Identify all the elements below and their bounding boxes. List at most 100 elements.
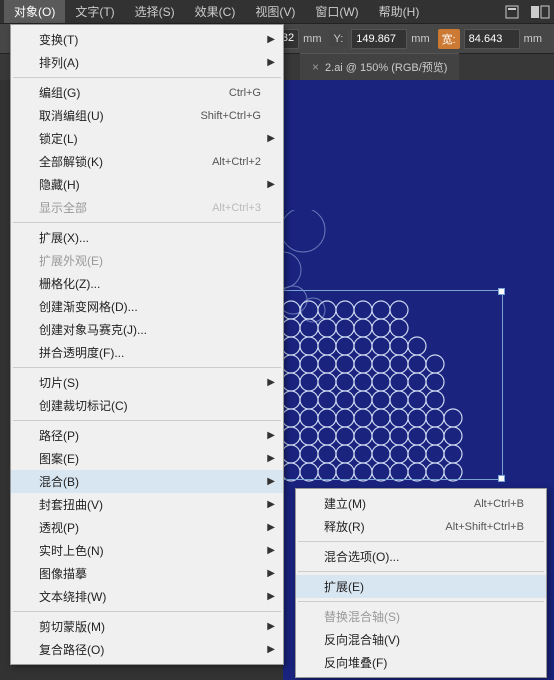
menu-item-label: 反向堆叠(F): [324, 654, 387, 671]
object-menu-item-30[interactable]: 复合路径(O)▶: [11, 638, 283, 661]
menu-item-label: 扩展(E): [324, 578, 364, 595]
object-menu-item-20[interactable]: 路径(P) ▶: [11, 424, 283, 447]
menu-separator: [13, 367, 281, 368]
chevron-right-icon: ▶: [267, 133, 275, 144]
blend-menu-item-1[interactable]: 释放(R)Alt+Shift+Ctrl+B: [296, 515, 546, 538]
object-menu-item-26[interactable]: 图像描摹 ▶: [11, 562, 283, 585]
object-menu-item-17[interactable]: 切片(S) ▶: [11, 371, 283, 394]
menu-separator: [13, 77, 281, 78]
object-menu-item-18[interactable]: 创建裁切标记(C): [11, 394, 283, 417]
blend-menu-item-0[interactable]: 建立(M)Alt+Ctrl+B: [296, 492, 546, 515]
menu-item-label: 透视(P): [39, 519, 79, 536]
menu-item-label: 混合(B): [39, 473, 79, 490]
menu-separator: [298, 541, 544, 542]
chevron-right-icon: ▶: [267, 621, 275, 632]
menu-item-label: 替换混合轴(S): [324, 608, 400, 625]
menu-separator: [13, 222, 281, 223]
chevron-right-icon: ▶: [267, 522, 275, 533]
y-label: Y:: [329, 31, 347, 47]
blend-submenu: 建立(M)Alt+Ctrl+B释放(R)Alt+Shift+Ctrl+B 混合选项…: [295, 488, 547, 678]
object-menu-item-1[interactable]: 排列(A) ▶: [11, 51, 283, 74]
menu-item-label: 文本绕排(W): [39, 588, 106, 605]
menu-type[interactable]: 文字(T): [65, 0, 124, 23]
object-menu-item-4[interactable]: 取消编组(U)Shift+Ctrl+G: [11, 104, 283, 127]
chevron-right-icon: ▶: [267, 377, 275, 388]
menu-item-label: 排列(A): [39, 54, 79, 71]
menubar: 对象(O) 文字(T) 选择(S) 效果(C) 视图(V) 窗口(W) 帮助(H…: [0, 0, 554, 24]
menu-item-label: 隐藏(H): [39, 176, 80, 193]
object-menu-item-0[interactable]: 变换(T)▶: [11, 28, 283, 51]
document-tab[interactable]: × 2.ai @ 150% (RGB/预览): [300, 53, 459, 80]
unit-label: mm: [524, 33, 542, 45]
blend-menu-item-5[interactable]: 扩展(E): [296, 575, 546, 598]
object-menu-item-27[interactable]: 文本绕排(W) ▶: [11, 585, 283, 608]
menu-window[interactable]: 窗口(W): [305, 0, 368, 23]
y-field[interactable]: [351, 29, 407, 49]
object-menu-item-29[interactable]: 剪切蒙版(M)▶: [11, 615, 283, 638]
menu-item-label: 全部解锁(K): [39, 153, 103, 170]
menu-shortcut: Alt+Ctrl+3: [212, 202, 261, 214]
menu-shortcut: Alt+Ctrl+2: [212, 156, 261, 168]
doc-icon[interactable]: [502, 4, 522, 20]
menu-item-label: 建立(M): [324, 495, 366, 512]
object-menu-item-5[interactable]: 锁定(L) ▶: [11, 127, 283, 150]
menu-separator: [13, 611, 281, 612]
object-menu-item-10[interactable]: 扩展(X)...: [11, 226, 283, 249]
menu-separator: [298, 601, 544, 602]
menu-effect[interactable]: 效果(C): [185, 0, 246, 23]
chevron-right-icon: ▶: [267, 57, 275, 68]
blend-menu-item-8[interactable]: 反向混合轴(V): [296, 628, 546, 651]
chevron-right-icon: ▶: [267, 179, 275, 190]
chevron-right-icon: ▶: [267, 476, 275, 487]
chevron-right-icon: ▶: [267, 430, 275, 441]
unit-label: mm: [411, 33, 429, 45]
arrange-icon[interactable]: [530, 4, 550, 20]
menu-separator: [13, 420, 281, 421]
menu-select[interactable]: 选择(S): [125, 0, 185, 23]
object-menu-item-12[interactable]: 栅格化(Z)...: [11, 272, 283, 295]
menu-item-label: 图案(E): [39, 450, 79, 467]
chevron-right-icon: ▶: [267, 453, 275, 464]
menu-item-label: 拼合透明度(F)...: [39, 344, 124, 361]
object-menu-item-3[interactable]: 编组(G) Ctrl+G: [11, 81, 283, 104]
menu-item-label: 反向混合轴(V): [324, 631, 400, 648]
menu-item-label: 切片(S): [39, 374, 79, 391]
object-menu-item-21[interactable]: 图案(E) ▶: [11, 447, 283, 470]
object-menu-item-22[interactable]: 混合(B) ▶: [11, 470, 283, 493]
chevron-right-icon: ▶: [267, 34, 275, 45]
chevron-right-icon: ▶: [267, 568, 275, 579]
object-menu-item-11: 扩展外观(E): [11, 249, 283, 272]
toolbar-right: [502, 4, 550, 20]
w-field[interactable]: [464, 29, 520, 49]
chevron-right-icon: ▶: [267, 591, 275, 602]
menu-item-label: 扩展(X)...: [39, 229, 89, 246]
blend-menu-item-3[interactable]: 混合选项(O)...: [296, 545, 546, 568]
menu-item-label: 取消编组(U): [39, 107, 104, 124]
menu-shortcut: Ctrl+G: [229, 87, 261, 99]
menu-item-label: 图像描摹: [39, 565, 87, 582]
menu-item-label: 创建裁切标记(C): [39, 397, 128, 414]
object-menu-item-25[interactable]: 实时上色(N)▶: [11, 539, 283, 562]
close-icon[interactable]: ×: [312, 60, 319, 74]
object-menu-item-8: 显示全部 Alt+Ctrl+3: [11, 196, 283, 219]
object-menu-item-7[interactable]: 隐藏(H) ▶: [11, 173, 283, 196]
menu-item-label: 显示全部: [39, 199, 87, 216]
menu-view[interactable]: 视图(V): [245, 0, 305, 23]
object-menu-item-6[interactable]: 全部解锁(K) Alt+Ctrl+2: [11, 150, 283, 173]
blend-menu-item-9[interactable]: 反向堆叠(F): [296, 651, 546, 674]
tab-title: 2.ai @ 150% (RGB/预览): [325, 59, 447, 75]
object-menu-item-23[interactable]: 封套扭曲(V)▶: [11, 493, 283, 516]
chevron-right-icon: ▶: [267, 644, 275, 655]
menu-item-label: 混合选项(O)...: [324, 548, 399, 565]
menu-item-label: 封套扭曲(V): [39, 496, 103, 513]
object-menu-item-14[interactable]: 创建对象马赛克(J)...: [11, 318, 283, 341]
object-menu-item-13[interactable]: 创建渐变网格(D)...: [11, 295, 283, 318]
menu-item-label: 释放(R): [324, 518, 365, 535]
menu-item-label: 编组(G): [39, 84, 80, 101]
menu-help[interactable]: 帮助(H): [369, 0, 430, 23]
object-menu-item-15[interactable]: 拼合透明度(F)...: [11, 341, 283, 364]
menu-item-label: 路径(P): [39, 427, 79, 444]
menu-item-label: 锁定(L): [39, 130, 78, 147]
object-menu-item-24[interactable]: 透视(P) ▶: [11, 516, 283, 539]
menu-object[interactable]: 对象(O): [4, 0, 65, 23]
